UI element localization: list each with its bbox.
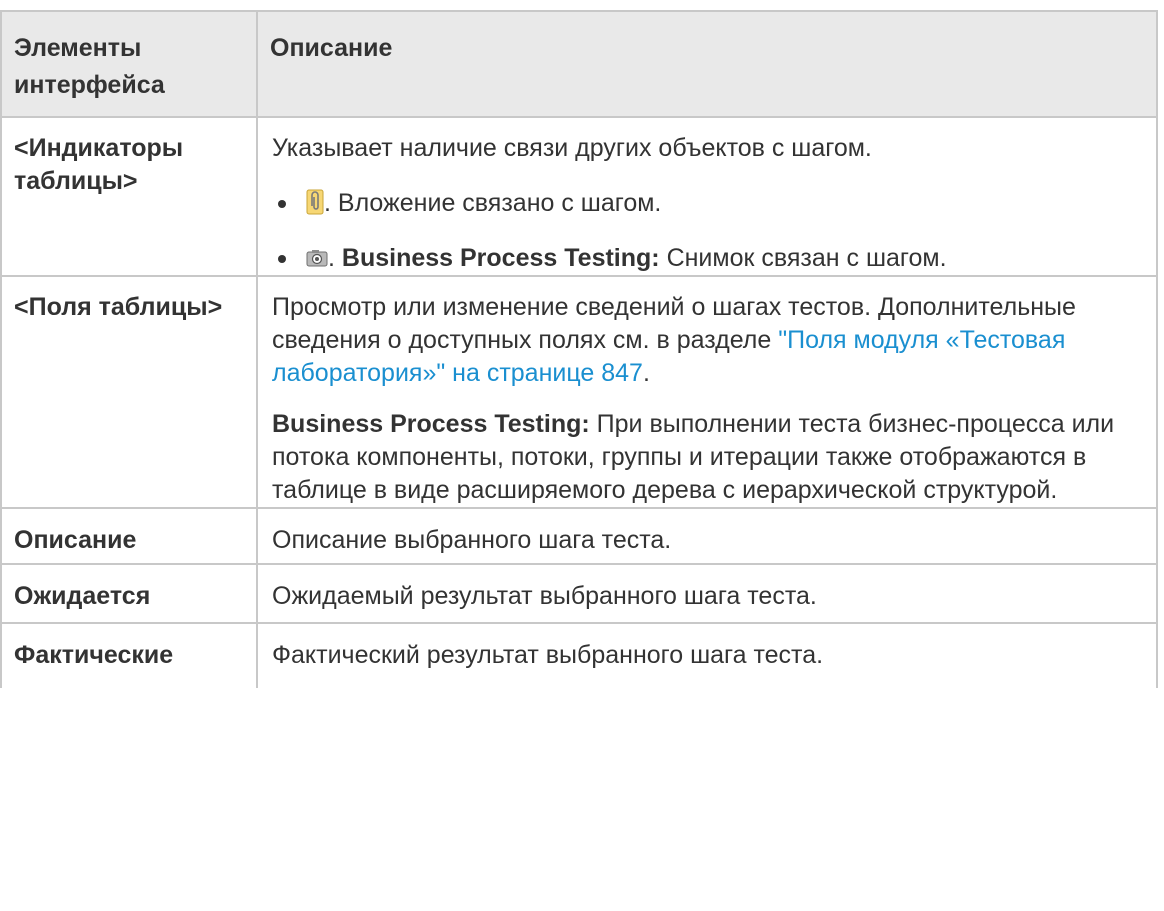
table-row: Описание Описание выбранного шага теста. <box>0 507 1158 565</box>
row-description-actual: Фактический результат выбранного шага те… <box>272 641 824 669</box>
list-item: . Вложение связано с шагом. <box>272 187 1142 220</box>
camera-icon <box>306 243 328 267</box>
table-row: Ожидается Ожидаемый результат выбранного… <box>0 563 1158 624</box>
row-label-description: Описание <box>14 526 137 554</box>
indicators-intro: Указывает наличие связи других объектов … <box>272 134 872 162</box>
header-description: Описание <box>256 10 1158 118</box>
table-row: Фактические Фактический результат выбран… <box>0 622 1158 688</box>
row-label-actual: Фактические <box>14 641 174 669</box>
row-description-grid-indicators: Указывает наличие связи других объектов … <box>258 118 1156 275</box>
row-label-expected: Ожидается <box>14 582 151 610</box>
paperclip-icon <box>306 189 324 215</box>
indicators-list: . Вложение связано с шагом. . Business P… <box>272 187 1142 275</box>
fields-paragraph: Просмотр или изменение сведений о шагах … <box>272 291 1142 390</box>
ui-elements-table: Элементы интерфейса Описание <Индикаторы… <box>0 10 1158 688</box>
row-label-grid-fields: <Поля таблицы> <box>14 293 223 321</box>
table-header-row: Элементы интерфейса Описание <box>0 10 1158 118</box>
fields-bpt-paragraph: Business Process Testing: При выполнении… <box>272 408 1142 507</box>
list-item: . Business Process Testing: Снимок связа… <box>272 242 1142 275</box>
bullet-dot <box>278 255 286 263</box>
row-description-grid-fields: Просмотр или изменение сведений о шагах … <box>258 277 1156 507</box>
row-description-description: Описание выбранного шага теста. <box>272 526 672 554</box>
row-description-expected: Ожидаемый результат выбранного шага тест… <box>272 582 817 610</box>
table-row: <Поля таблицы> Просмотр или изменение св… <box>0 275 1158 509</box>
bpt-label: Business Process Testing: <box>272 410 590 438</box>
attachment-indicator-text: . Вложение связано с шагом. <box>324 189 662 217</box>
table-row: <Индикаторы таблицы> Указывает наличие с… <box>0 116 1158 277</box>
bullet-dot <box>278 200 286 208</box>
bpt-label: Business Process Testing: <box>341 244 660 272</box>
row-label-grid-indicators: <Индикаторы таблицы> <box>14 134 184 195</box>
snapshot-indicator-prefix: . <box>328 244 335 272</box>
fields-period: . <box>642 359 650 387</box>
snapshot-indicator-text: Снимок связан с шагом. <box>666 244 947 272</box>
header-ui-elements: Элементы интерфейса <box>0 10 258 118</box>
